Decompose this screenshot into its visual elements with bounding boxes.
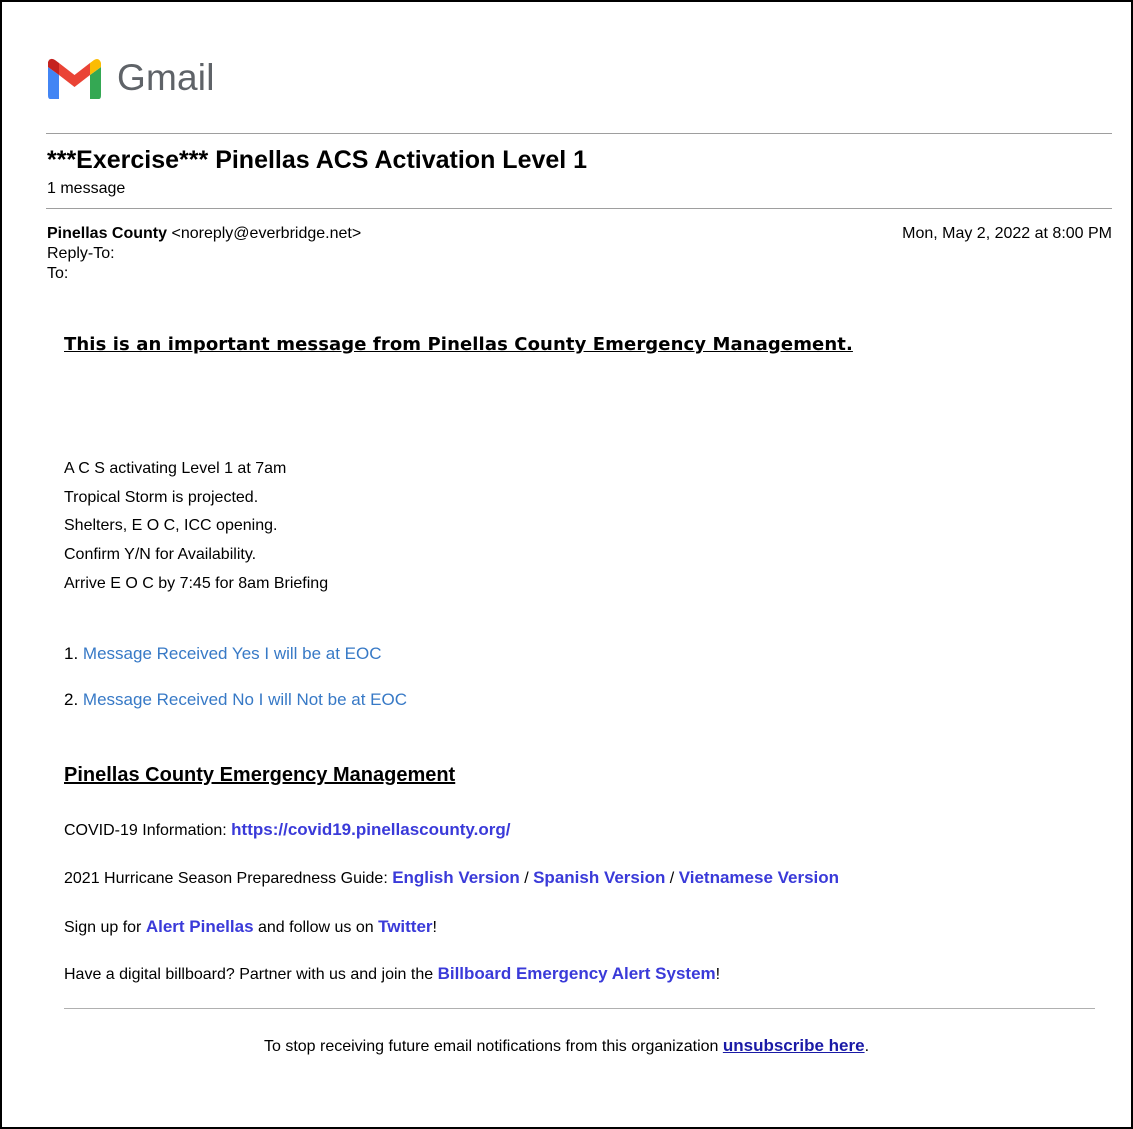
guide-info: 2021 Hurricane Season Preparedness Guide… — [64, 868, 839, 888]
option-number: 2. — [64, 690, 79, 709]
gmail-header: Gmail — [46, 57, 215, 99]
response-option-no: 2. Message Received No I will Not be at … — [64, 690, 407, 710]
important-notice: This is an important message from Pinell… — [64, 334, 853, 355]
billboard-text: ! — [715, 966, 721, 983]
separator: / — [665, 870, 679, 887]
message-count: 1 message — [47, 180, 126, 197]
billboard-link[interactable]: Billboard Emergency Alert System — [438, 964, 716, 983]
covid-label: COVID-19 Information: — [64, 822, 232, 839]
guide-label: 2021 Hurricane Season Preparedness Guide… — [64, 870, 393, 887]
sender-name: Pinellas County — [47, 225, 168, 242]
body-line: Confirm Y/N for Availability. — [64, 546, 257, 564]
body-line: Shelters, E O C, ICC opening. — [64, 517, 278, 535]
gmail-wordmark: Gmail — [117, 57, 215, 98]
body-line: Arrive E O C by 7:45 for 8am Briefing — [64, 574, 329, 592]
divider — [46, 208, 1112, 209]
separator: / — [519, 870, 534, 887]
signup-text: Sign up for — [64, 919, 146, 936]
signup-text: and follow us on — [253, 919, 379, 936]
message-body: A C S activating Level 1 at 7am Tropical… — [64, 455, 328, 599]
org-title: Pinellas County Emergency Management — [64, 764, 456, 786]
divider — [46, 133, 1112, 134]
divider — [64, 1008, 1095, 1009]
sender-email: <noreply@everbridge.net> — [171, 225, 362, 242]
billboard-text: Have a digital billboard? Partner with u… — [64, 966, 438, 983]
sender-line: Pinellas County <noreply@everbridge.net> — [47, 225, 361, 243]
response-option-yes: 1. Message Received Yes I will be at EOC — [64, 644, 382, 664]
unsubscribe-link[interactable]: unsubscribe here — [723, 1036, 865, 1055]
billboard-info: Have a digital billboard? Partner with u… — [64, 964, 720, 984]
gmail-m-icon — [48, 58, 101, 99]
covid-info: COVID-19 Information: https://covid19.pi… — [64, 820, 510, 840]
twitter-link[interactable]: Twitter — [378, 917, 432, 936]
body-line: A C S activating Level 1 at 7am — [64, 460, 287, 477]
covid-link[interactable]: https://covid19.pinellascounty.org/ — [231, 820, 510, 839]
guide-vietnamese-link[interactable]: Vietnamese Version — [679, 868, 839, 887]
email-subject: ***Exercise*** Pinellas ACS Activation L… — [47, 146, 588, 174]
to-label: To: — [47, 265, 69, 282]
option-number: 1. — [64, 644, 79, 663]
reply-to-label: Reply-To: — [47, 245, 115, 262]
response-yes-link[interactable]: Message Received Yes I will be at EOC — [83, 644, 382, 663]
unsubscribe-line: To stop receiving future email notificat… — [0, 1036, 1133, 1056]
guide-english-link[interactable]: English Version — [392, 868, 520, 887]
body-line: Tropical Storm is projected. — [64, 488, 259, 506]
response-no-link[interactable]: Message Received No I will Not be at EOC — [83, 690, 407, 709]
unsubscribe-text: To stop receiving future email notificat… — [263, 1038, 723, 1055]
signup-info: Sign up for Alert Pinellas and follow us… — [64, 917, 437, 937]
alert-pinellas-link[interactable]: Alert Pinellas — [146, 917, 254, 936]
signup-text: ! — [432, 919, 437, 936]
guide-spanish-link[interactable]: Spanish Version — [533, 868, 665, 887]
message-date: Mon, May 2, 2022 at 8:00 PM — [902, 225, 1112, 242]
unsubscribe-text: . — [864, 1038, 870, 1055]
